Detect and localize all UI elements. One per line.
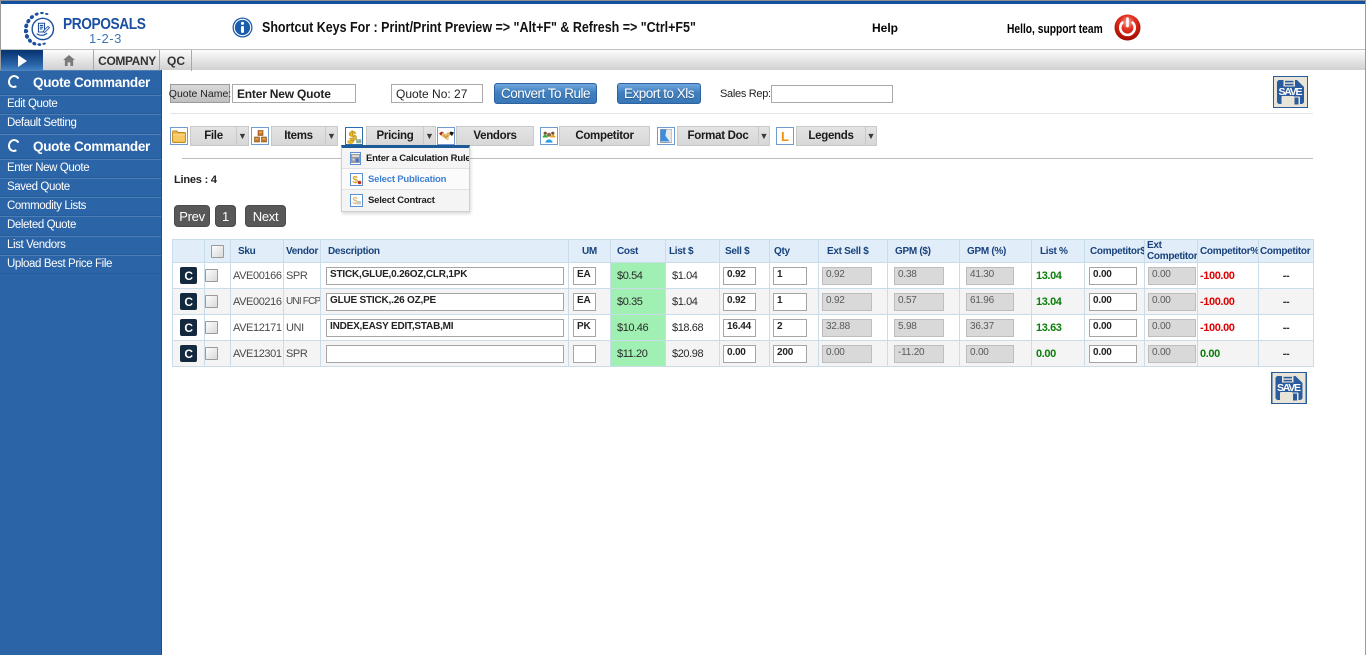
svg-text:SAVE: SAVE: [1277, 382, 1301, 394]
svg-text:SAVE: SAVE: [1279, 86, 1303, 98]
svg-text:$: $: [352, 175, 358, 185]
